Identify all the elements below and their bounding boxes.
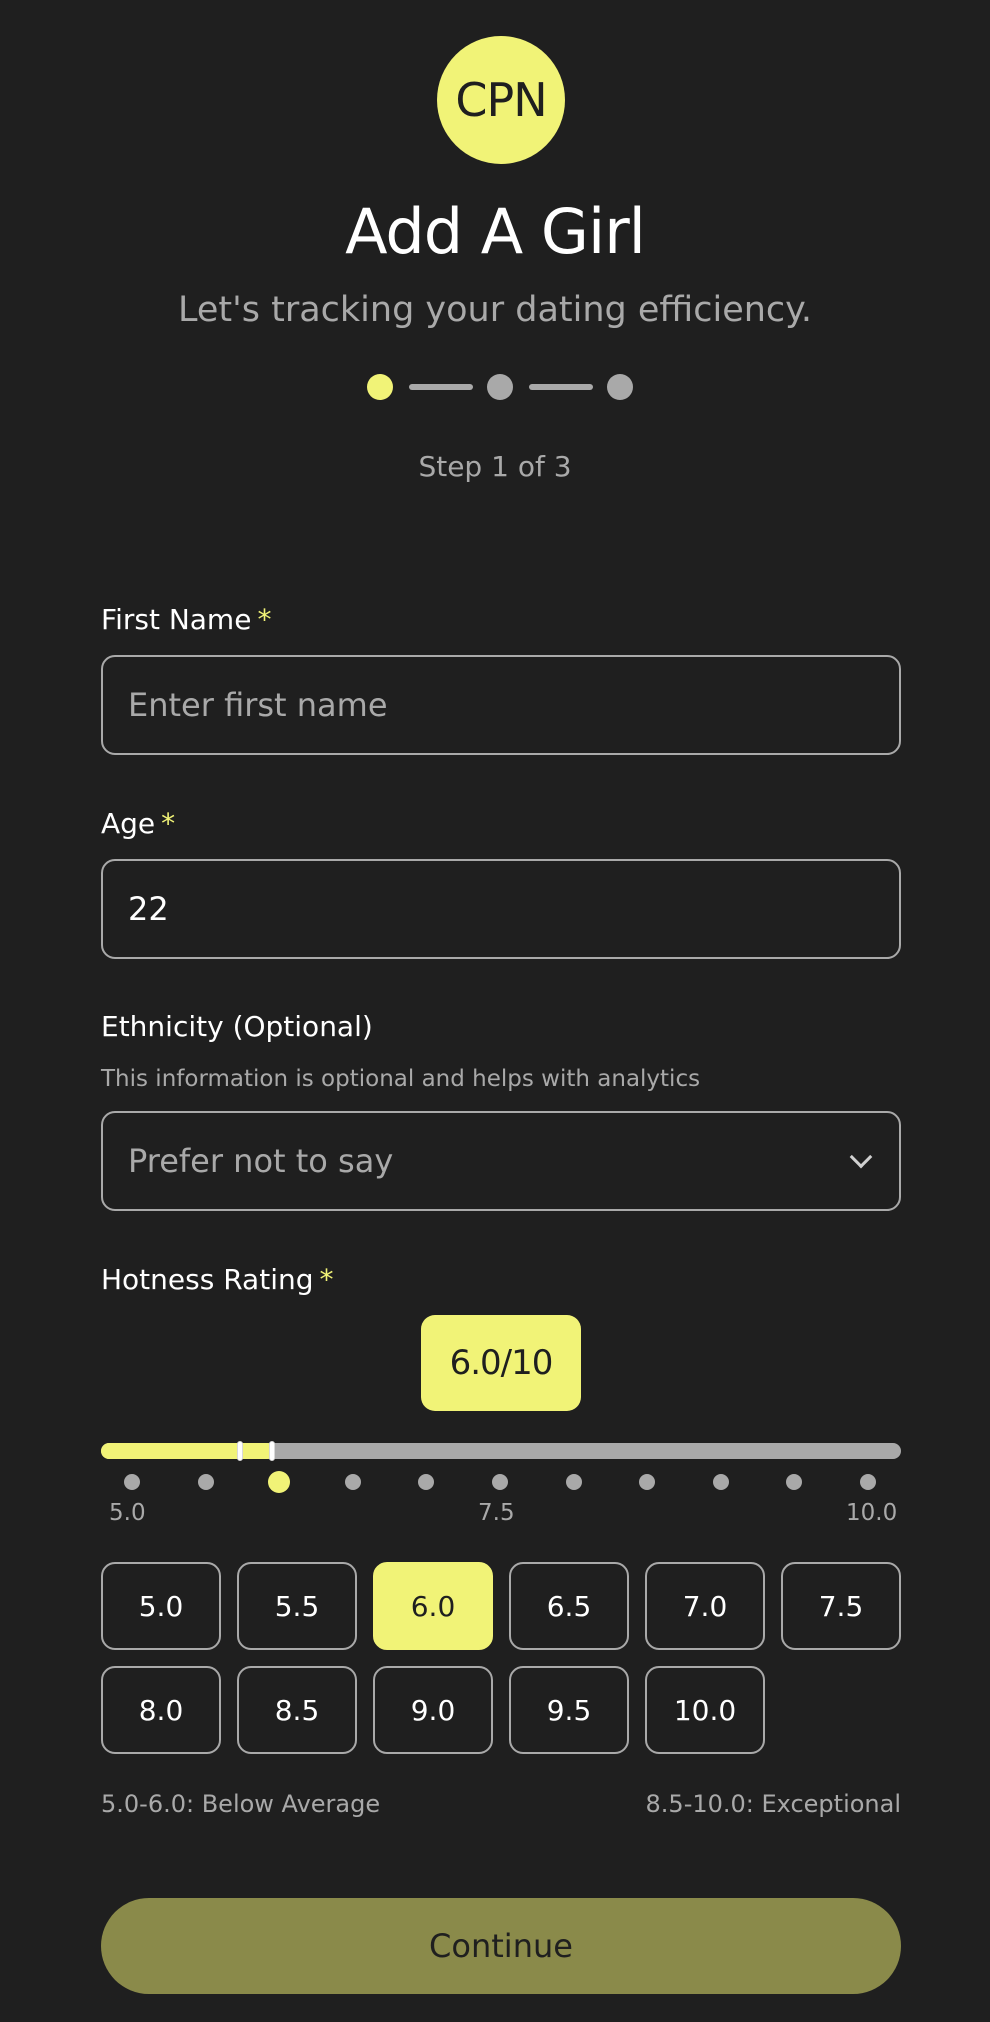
ethnicity-label: Ethnicity (Optional) [101,1010,373,1043]
page-title: Add A Girl [345,195,646,268]
slider-tick [712,1474,729,1490]
slider-tick [268,1471,291,1493]
app-logo: CPN [437,36,565,164]
slider-tick [639,1474,656,1490]
first-name-input[interactable] [128,686,868,724]
hotness-slider-ticks [124,1471,884,1493]
rating-option-button[interactable]: 7.5 [781,1562,901,1650]
age-field[interactable] [101,859,901,959]
first-name-label-text: First Name [101,603,252,636]
hotness-value-badge: 6.0/10 [421,1315,581,1411]
age-label: Age * [101,807,175,840]
required-marker: * [161,807,176,840]
rating-option-button[interactable]: 10.0 [645,1666,765,1754]
required-marker: * [257,603,272,636]
hotness-slider-fill [101,1443,275,1459]
scale-label-min: 5.0 [109,1500,146,1526]
slider-tick [565,1474,582,1490]
rating-option-button[interactable]: 8.5 [237,1666,357,1754]
rating-option-button[interactable]: 8.0 [101,1666,221,1754]
first-name-label: First Name * [101,603,271,636]
slider-tick [344,1474,361,1490]
step-dot-3 [607,374,633,400]
slider-handle[interactable] [237,1441,243,1461]
chevron-down-icon [849,1145,873,1169]
ethnicity-helper-text: This information is optional and helps w… [101,1066,701,1092]
scale-label-max: 10.0 [846,1500,898,1526]
slider-tick [124,1474,140,1490]
slider-tick [860,1474,876,1490]
slider-tick [786,1474,803,1490]
age-label-text: Age [101,807,156,840]
rating-option-button[interactable]: 5.0 [101,1562,221,1650]
rating-option-button[interactable]: 6.5 [509,1562,629,1650]
slider-tick [418,1474,435,1490]
continue-button[interactable]: Continue [101,1898,901,1994]
hotness-label-text: Hotness Rating [101,1263,314,1296]
step-connector-2 [529,384,593,390]
rating-option-button[interactable]: 6.0 [373,1562,493,1650]
hotness-slider-track[interactable] [101,1441,901,1461]
rating-option-button[interactable]: 5.5 [237,1562,357,1650]
hotness-label: Hotness Rating * [101,1263,334,1296]
ethnicity-selected-value: Prefer not to say [128,1142,394,1180]
step-dot-2 [487,374,513,400]
page-subtitle: Let's tracking your dating efficiency. [177,290,813,330]
scale-label-mid: 7.5 [478,1500,515,1526]
step-dot-1 [367,374,393,400]
step-indicator-text: Step 1 of 3 [418,450,572,483]
slider-tick [492,1474,508,1490]
step-progress [367,374,633,400]
slider-tick [197,1474,214,1490]
rating-legend-low: 5.0-6.0: Below Average [101,1790,381,1818]
rating-option-button[interactable]: 9.5 [509,1666,629,1754]
slider-handle-end[interactable] [269,1441,275,1461]
rating-option-button[interactable]: 9.0 [373,1666,493,1754]
age-input[interactable] [128,890,868,928]
step-connector-1 [409,384,473,390]
required-marker: * [319,1263,334,1296]
first-name-field[interactable] [101,655,901,755]
rating-legend-high: 8.5-10.0: Exceptional [645,1790,901,1818]
rating-option-button[interactable]: 7.0 [645,1562,765,1650]
ethnicity-select[interactable]: Prefer not to say [101,1111,901,1211]
